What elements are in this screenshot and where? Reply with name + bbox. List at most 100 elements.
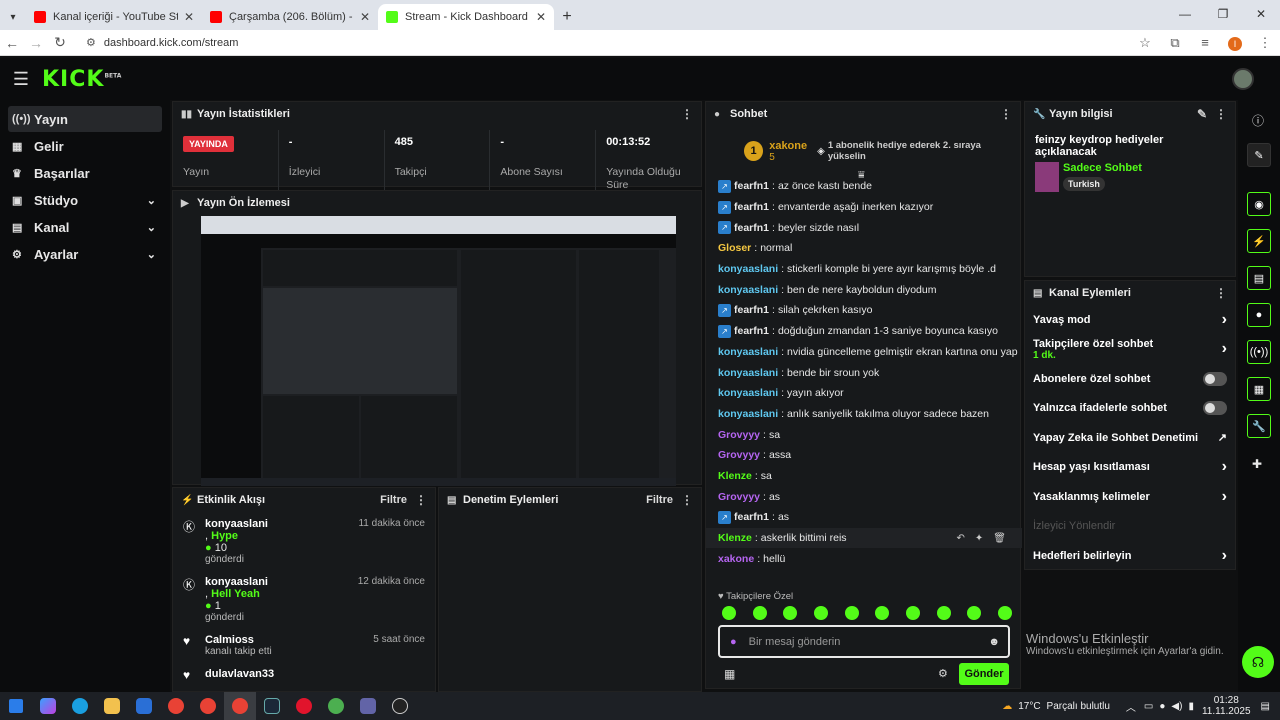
chrome-app-icon[interactable] [320, 692, 352, 720]
chat-username[interactable]: Grovyyy [718, 491, 760, 503]
tab-search-button[interactable]: ▾ [0, 4, 26, 30]
channel-action-item[interactable]: Takipçilere özel sohbet 1 dk. › [1025, 335, 1235, 365]
chrome-active-icon[interactable] [224, 692, 256, 720]
profile-avatar[interactable]: I [1220, 35, 1250, 51]
chat-message[interactable]: konyaaslani: anlık saniyelik takılma oluy… [706, 404, 1022, 425]
chat-username[interactable]: konyaaslani [718, 346, 778, 358]
chat-username[interactable]: konyaaslani [718, 367, 778, 379]
sidebar-item-studyo[interactable]: ▣ Stüdyo ⌄ [8, 187, 162, 213]
channel-action-item[interactable]: Hedefleri belirleyin › [1025, 541, 1235, 571]
obs-icon[interactable] [384, 692, 416, 720]
chat-username[interactable]: Klenze [718, 532, 752, 544]
more-options-icon[interactable]: ⋮ [681, 493, 693, 507]
new-tab-button[interactable]: + [554, 4, 580, 30]
file-explorer-icon[interactable] [96, 692, 128, 720]
document-rail-button[interactable]: ▤ [1247, 266, 1271, 290]
network-icon[interactable]: ▭ [1144, 701, 1153, 712]
more-options-icon[interactable]: ⋮ [1215, 107, 1227, 121]
category-name[interactable]: Sadece Sohbet [1063, 162, 1142, 174]
extensions-icon[interactable]: ⧉ [1160, 35, 1190, 51]
chat-message[interactable]: Klenze: askerlik bittimi reis ↶✦🗑 [706, 527, 1022, 549]
more-options-icon[interactable]: ⋮ [415, 493, 427, 507]
notification-icon[interactable]: ▤ [1261, 701, 1270, 712]
tag-badge[interactable]: Turkish [1063, 177, 1105, 191]
chrome-icon[interactable] [160, 692, 192, 720]
channel-action-item[interactable]: Yapay Zeka ile Sohbet Denetimi ↗ [1025, 423, 1235, 453]
chat-username[interactable]: Gloser [718, 242, 751, 254]
emoji-icon[interactable]: ☻ [988, 636, 1000, 648]
chat-message[interactable]: konyaaslani: bende bir sroun yok [706, 362, 1022, 383]
channel-action-item[interactable]: Yalnızca ifadelerle sohbet [1025, 394, 1235, 424]
emote-icon[interactable] [813, 606, 828, 620]
chat-message[interactable]: Gloser: normal [706, 238, 1022, 259]
chat-username[interactable]: fearfn1 [734, 201, 769, 213]
channel-action-item[interactable]: Hesap yaşı kısıtlaması › [1025, 453, 1235, 483]
chat-message[interactable]: Grovyyy: assa [706, 445, 1022, 466]
chat-username[interactable]: Klenze [718, 470, 752, 482]
gift-icon[interactable]: ▦ [724, 667, 735, 681]
chat-message[interactable]: ↗ fearfn1: envanterde aşağı inerken kazıyo… [706, 197, 1022, 218]
chat-username[interactable]: Grovyyy [718, 449, 760, 461]
browser-tab-youtube-video[interactable]: Çarşamba (206. Bölüm) - Çok G ✕ [202, 4, 378, 30]
chat-username[interactable]: konyaaslani [718, 408, 778, 420]
sidebar-item-kanal[interactable]: ▤ Kanal ⌄ [8, 214, 162, 240]
chat-username[interactable]: konyaaslani [718, 284, 778, 296]
browser-tab-youtube-studio[interactable]: Kanal içeriği - YouTube Studio ✕ [26, 4, 202, 30]
hamburger-menu-icon[interactable]: ☰ [0, 69, 42, 90]
teams-icon[interactable] [352, 692, 384, 720]
start-icon[interactable] [0, 692, 32, 720]
broadcast-rail-button[interactable]: ((•)) [1247, 340, 1271, 364]
edit-rail-button[interactable]: ✎ [1247, 143, 1271, 167]
chat-username[interactable]: xakone [718, 553, 754, 565]
close-tab-icon[interactable]: ✕ [536, 10, 546, 24]
battery-icon[interactable]: ▮ [1188, 701, 1194, 712]
chat-username[interactable]: konyaaslani [718, 263, 778, 275]
outlook-icon[interactable] [128, 692, 160, 720]
opera-icon[interactable] [288, 692, 320, 720]
wrench-rail-button[interactable]: 🔧 [1247, 414, 1271, 438]
clock[interactable]: 01:28 11.11.2025 [1202, 695, 1251, 717]
browser-menu-icon[interactable]: ⋮ [1250, 35, 1280, 51]
chat-username[interactable]: fearfn1 [734, 304, 769, 316]
chrome-profile-icon[interactable] [192, 692, 224, 720]
chat-message[interactable]: ↗ fearfn1: as [706, 507, 1022, 528]
chat-username[interactable]: Grovyyy [718, 429, 760, 441]
chat-input[interactable]: ● Bir mesaj gönderin ☻ [718, 625, 1010, 658]
user-avatar[interactable] [1232, 68, 1254, 90]
emote-icon[interactable] [936, 606, 951, 620]
chat-message[interactable]: konyaaslani: yayın akıyor [706, 383, 1022, 404]
address-bar[interactable]: ⚙ dashboard.kick.com/stream [78, 31, 1120, 54]
sidebar-item-basarilar[interactable]: ♛ Başarılar [8, 160, 162, 186]
toggle-switch[interactable] [1203, 371, 1227, 386]
chat-message[interactable]: konyaaslani: ben de nere kayboldun diyodu… [706, 279, 1022, 300]
forward-icon[interactable]: → [24, 35, 48, 51]
channel-action-item[interactable]: İzleyici Yönlendir [1025, 512, 1235, 542]
chat-username[interactable]: fearfn1 [734, 180, 769, 192]
sidebar-item-gelir[interactable]: ▦ Gelir [8, 133, 162, 159]
site-info-icon[interactable]: ⚙ [86, 36, 96, 49]
chat-message[interactable]: konyaaslani: nvidia güncelleme gelmiştir … [706, 342, 1022, 363]
channel-action-item[interactable]: Abonelere özel sohbet [1025, 364, 1235, 394]
emote-icon[interactable] [905, 606, 920, 620]
microphone-tray-icon[interactable]: ● [1159, 701, 1165, 712]
kick-logo[interactable]: KICKBETA [42, 67, 121, 92]
camera-rail-button[interactable]: ◉ [1247, 192, 1271, 216]
chat-message[interactable]: Grovyyy: as [706, 486, 1022, 507]
info-icon[interactable]: ⓘ [1252, 112, 1264, 129]
support-chat-button[interactable]: ☊ [1242, 646, 1274, 678]
lightning-rail-button[interactable]: ⚡ [1247, 229, 1271, 253]
chat-username[interactable]: fearfn1 [734, 325, 769, 337]
emote-icon[interactable] [783, 606, 798, 620]
stream-preview-video[interactable] [201, 216, 676, 486]
sidebar-item-yayin[interactable]: ((•)) Yayın [8, 106, 162, 132]
edit-icon[interactable]: ✎ [1197, 107, 1207, 121]
channel-action-item[interactable]: Yavaş mod › [1025, 305, 1235, 335]
layout-rail-button[interactable]: ▦ [1247, 377, 1271, 401]
more-options-icon[interactable]: ⋮ [1215, 286, 1227, 300]
steam-icon[interactable] [256, 692, 288, 720]
chat-message[interactable]: xakone: hellü [706, 548, 1022, 569]
emote-icon[interactable] [844, 606, 859, 620]
chat-message-list[interactable]: ↗ fearfn1: az önce kastı bende ↗ fearfn1: env… [706, 176, 1022, 581]
restore-icon[interactable]: ❐ [1204, 0, 1242, 28]
filter-button[interactable]: Filtre [380, 494, 407, 506]
